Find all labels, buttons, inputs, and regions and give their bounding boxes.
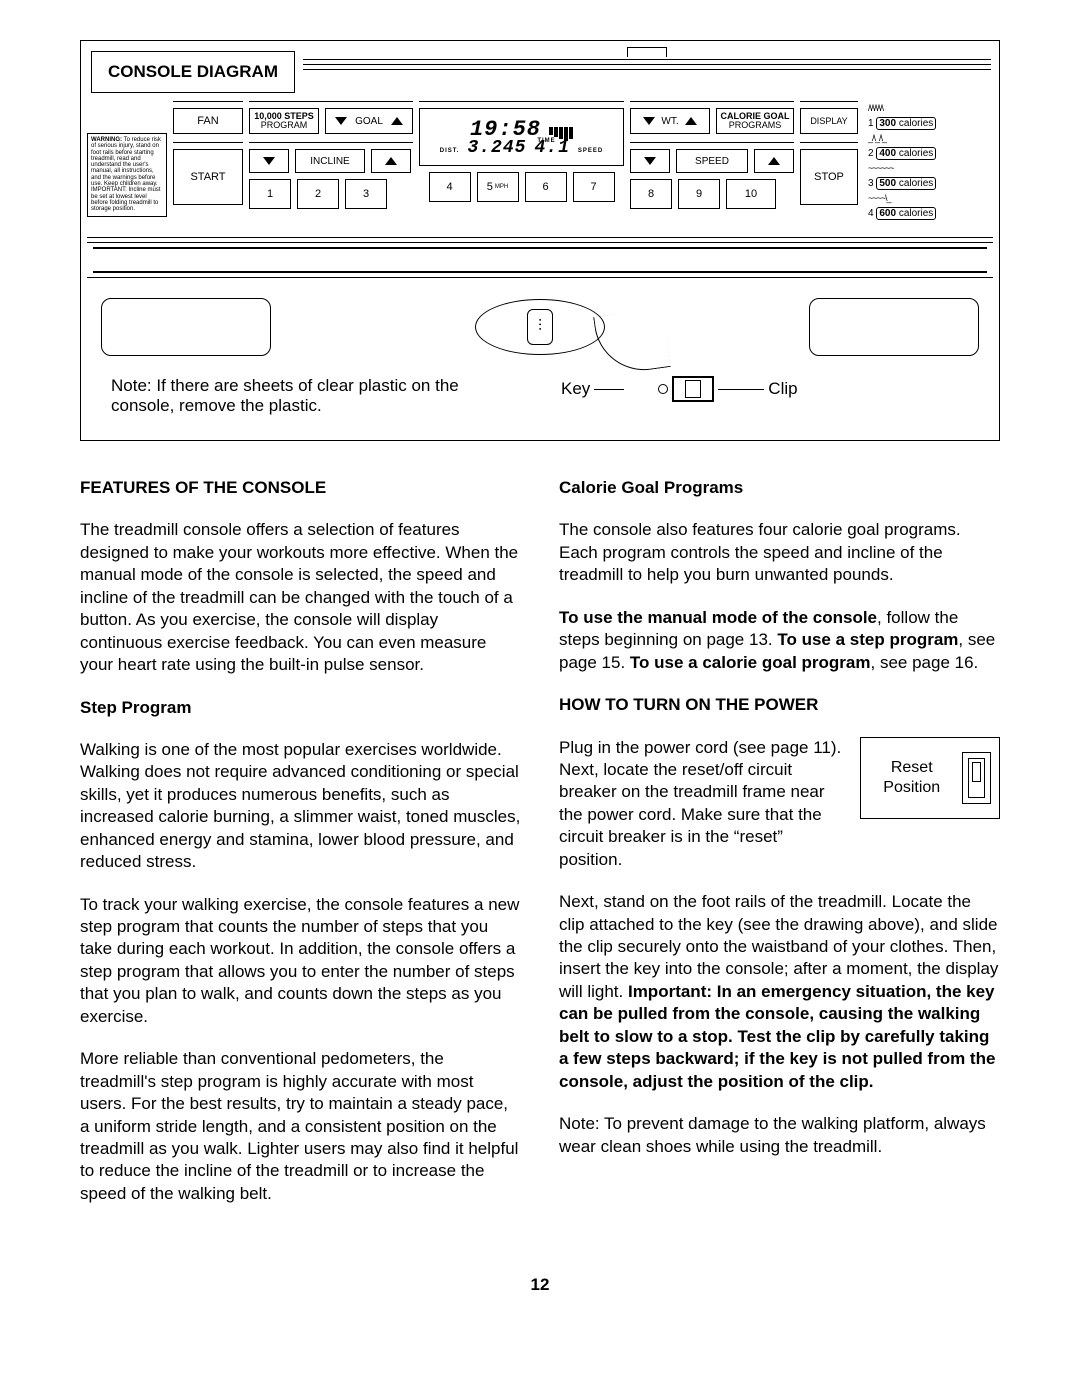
preset-10-button[interactable]: 10 (726, 179, 776, 209)
preset-1-button[interactable]: 1 (249, 179, 291, 209)
console-mid-band (81, 237, 999, 278)
speed-down-button[interactable] (630, 149, 670, 173)
display-button[interactable]: DISPLAY (800, 108, 858, 134)
fan-button[interactable]: FAN (173, 108, 243, 134)
weight-control[interactable]: WT. (630, 108, 710, 134)
lcd-speed-label: SPEED (578, 148, 603, 154)
right-column: Calorie Goal Programs The console also f… (559, 477, 1000, 1225)
console-diagram: CONSOLE DIAGRAM WARNING: To reduce risk … (80, 40, 1000, 441)
warning-heading: WARNING: (91, 137, 122, 143)
steps-program-button[interactable]: 10,000 STEPSPROGRAM (249, 108, 319, 134)
warning-body: To reduce risk of serious injury, stand … (91, 137, 161, 212)
console-top-edge (303, 51, 991, 74)
preset-5-button[interactable]: 5MPH (477, 172, 519, 202)
incline-label: INCLINE (295, 149, 365, 173)
features-para: The treadmill console offers a selection… (80, 519, 521, 676)
clip-label: Clip (768, 379, 797, 399)
control-panel: WARNING: To reduce risk of serious injur… (81, 93, 999, 233)
calorie-goal-programs-button[interactable]: CALORIE GOALPROGRAMS (716, 108, 794, 134)
preset-7-button[interactable]: 7 (573, 172, 615, 202)
step-para-2: To track your walking exercise, the cons… (80, 894, 521, 1029)
pulse-sensor: ⫶ (475, 299, 605, 355)
start-button[interactable]: START (173, 149, 243, 205)
diagram-title: CONSOLE DIAGRAM (91, 51, 295, 93)
goal-control[interactable]: GOAL (325, 108, 413, 134)
power-para-2: Next, stand on the foot rails of the tre… (559, 891, 1000, 1093)
preset-3-button[interactable]: 3 (345, 179, 387, 209)
preset-9-button[interactable]: 9 (678, 179, 720, 209)
arrow-up-icon (385, 157, 397, 165)
arrow-up-icon (768, 157, 780, 165)
speed-up-button[interactable] (754, 149, 794, 173)
arrow-down-icon (335, 117, 347, 125)
lcd-dist: 3.245 (467, 138, 526, 158)
step-para-3: More reliable than conventional pedomete… (80, 1048, 521, 1205)
reset-caption: Reset Position (869, 758, 954, 796)
calorie-heading: Calorie Goal Programs (559, 477, 1000, 499)
step-para-1: Walking is one of the most popular exerc… (80, 739, 521, 874)
lcd-speed: 4.1 (534, 138, 569, 158)
left-column: FEATURES OF THE CONSOLE The treadmill co… (80, 477, 521, 1225)
lcd-dist-label: DIST. (440, 148, 460, 154)
key-label: Key (561, 379, 590, 399)
warning-label: WARNING: To reduce risk of serious injur… (87, 133, 167, 217)
preset-2-button[interactable]: 2 (297, 179, 339, 209)
calorie-preset-list: /\/\/\/\/\ 1 300 calories _/\_/\_ 2 400 … (864, 99, 940, 227)
lcd-display: 19:58 TIME DIST. 3.245 4.1 SPEED (419, 108, 624, 166)
hand-pad-left (101, 298, 271, 356)
arrow-down-icon (644, 157, 656, 165)
handlebar-row: ⫶ (81, 278, 999, 376)
arrow-down-icon (643, 117, 655, 125)
stop-button[interactable]: STOP (800, 149, 858, 205)
mode-refs-para: To use the manual mode of the console, f… (559, 607, 1000, 674)
speed-label: SPEED (676, 149, 748, 173)
step-program-heading: Step Program (80, 697, 521, 719)
hand-pad-right (809, 298, 979, 356)
clip-icon (672, 376, 714, 402)
arrow-down-icon (263, 157, 275, 165)
page-number: 12 (80, 1275, 1000, 1295)
preset-8-button[interactable]: 8 (630, 179, 672, 209)
arrow-up-icon (391, 117, 403, 125)
power-note: Note: To prevent damage to the walking p… (559, 1113, 1000, 1158)
mph-label: MPH (495, 184, 508, 190)
preset-4-button[interactable]: 4 (429, 172, 471, 202)
preset-6-button[interactable]: 6 (525, 172, 567, 202)
key-clip-callout: Key Clip (561, 376, 979, 402)
body-text: FEATURES OF THE CONSOLE The treadmill co… (80, 477, 1000, 1225)
incline-up-button[interactable] (371, 149, 411, 173)
reset-figure: Reset Position (860, 737, 1000, 819)
calorie-para: The console also features four calorie g… (559, 519, 1000, 586)
breaker-icon (962, 752, 991, 804)
incline-down-button[interactable] (249, 149, 289, 173)
power-heading: HOW TO TURN ON THE POWER (559, 694, 1000, 716)
arrow-up-icon (685, 117, 697, 125)
features-heading: FEATURES OF THE CONSOLE (80, 477, 521, 499)
diagram-note: Note: If there are sheets of clear plast… (111, 376, 461, 416)
